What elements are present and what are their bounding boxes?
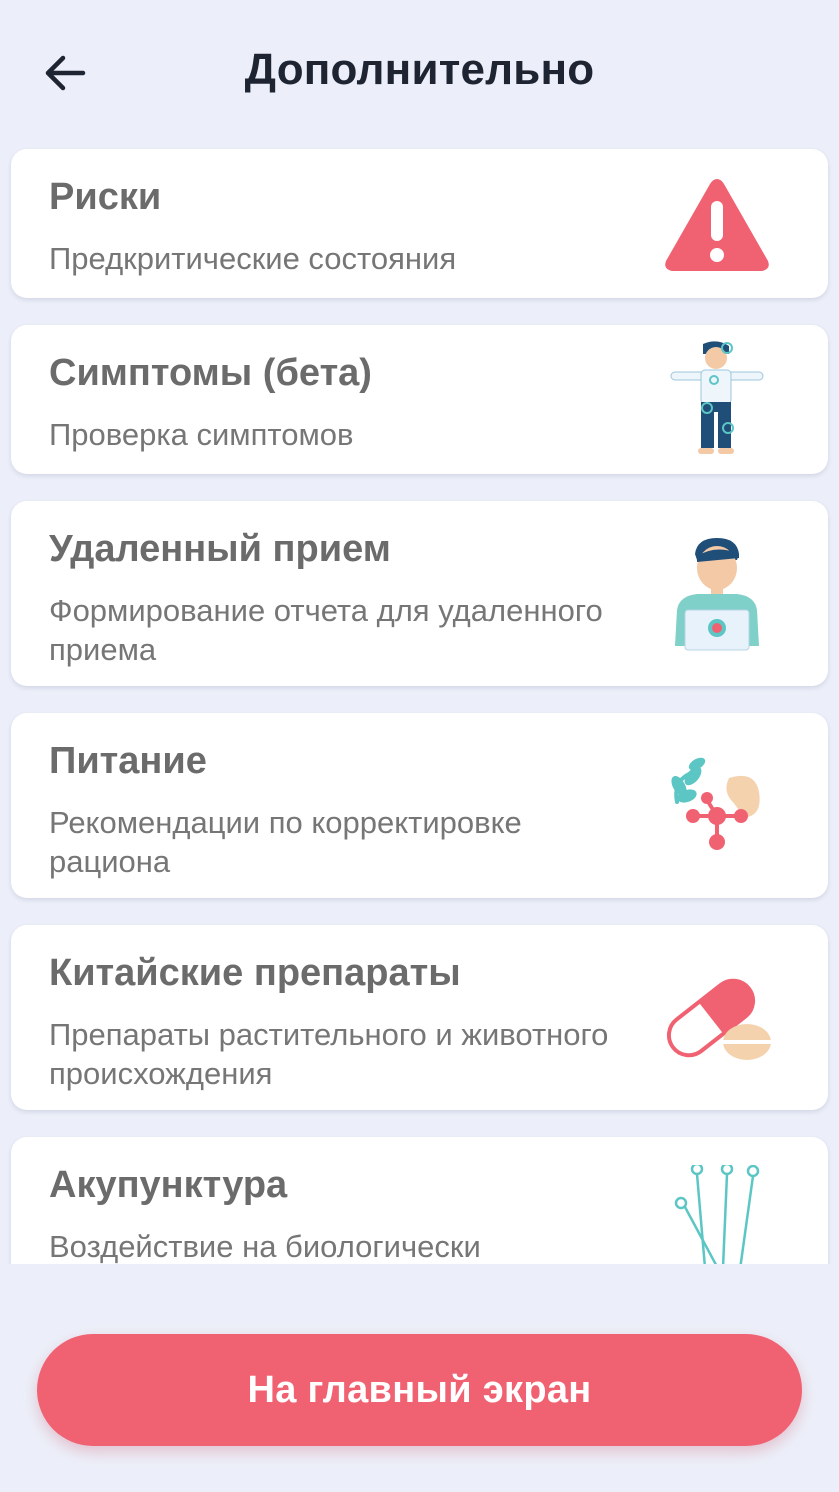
warning-triangle-icon	[652, 159, 782, 289]
menu-item-description: Препараты растительного и животного прои…	[49, 1017, 609, 1091]
menu-item-remote-appointment[interactable]: Удаленный прием Формирование отчета для …	[11, 501, 828, 686]
menu-item-acupuncture[interactable]: Акупунктура Воздействие на биологически	[11, 1137, 828, 1264]
menu-item-description: Формирование отчета для удаленного прием…	[49, 593, 603, 667]
menu-item-nutrition[interactable]: Питание Рекомендации по корректировке ра…	[11, 713, 828, 898]
menu-item-title: Симптомы (бета)	[49, 352, 372, 394]
menu-item-title: Питание	[49, 740, 207, 782]
capsule-pill-icon	[652, 953, 782, 1083]
menu-item-description: Проверка симптомов	[49, 417, 354, 452]
home-screen-button[interactable]: На главный экран	[37, 1334, 802, 1446]
menu-item-title: Риски	[49, 176, 162, 218]
nutrition-icon	[652, 741, 782, 871]
acupuncture-needles-icon	[652, 1164, 782, 1264]
body-figure-icon	[652, 335, 782, 465]
page-title: Дополнительно	[244, 45, 595, 94]
menu-item-description: Предкритические состояния	[49, 241, 457, 276]
menu-item-description: Воздействие на биологически	[49, 1229, 481, 1264]
menu-item-symptoms[interactable]: Симптомы (бета) Проверка симптомов	[11, 325, 828, 474]
menu-item-description: Рекомендации по корректировке рациона	[49, 805, 522, 879]
menu-item-title: Акупунктура	[49, 1164, 288, 1206]
menu-item-chinese-medicine[interactable]: Китайские препараты Препараты растительн…	[11, 925, 828, 1110]
header: Дополнительно	[0, 0, 839, 145]
doctor-laptop-icon	[652, 529, 782, 659]
menu-list[interactable]: Риски Предкритические состояния Симптомы…	[0, 145, 839, 1264]
menu-item-risks[interactable]: Риски Предкритические состояния	[11, 149, 828, 298]
menu-item-title: Китайские препараты	[49, 952, 461, 994]
menu-item-title: Удаленный прием	[49, 528, 391, 570]
